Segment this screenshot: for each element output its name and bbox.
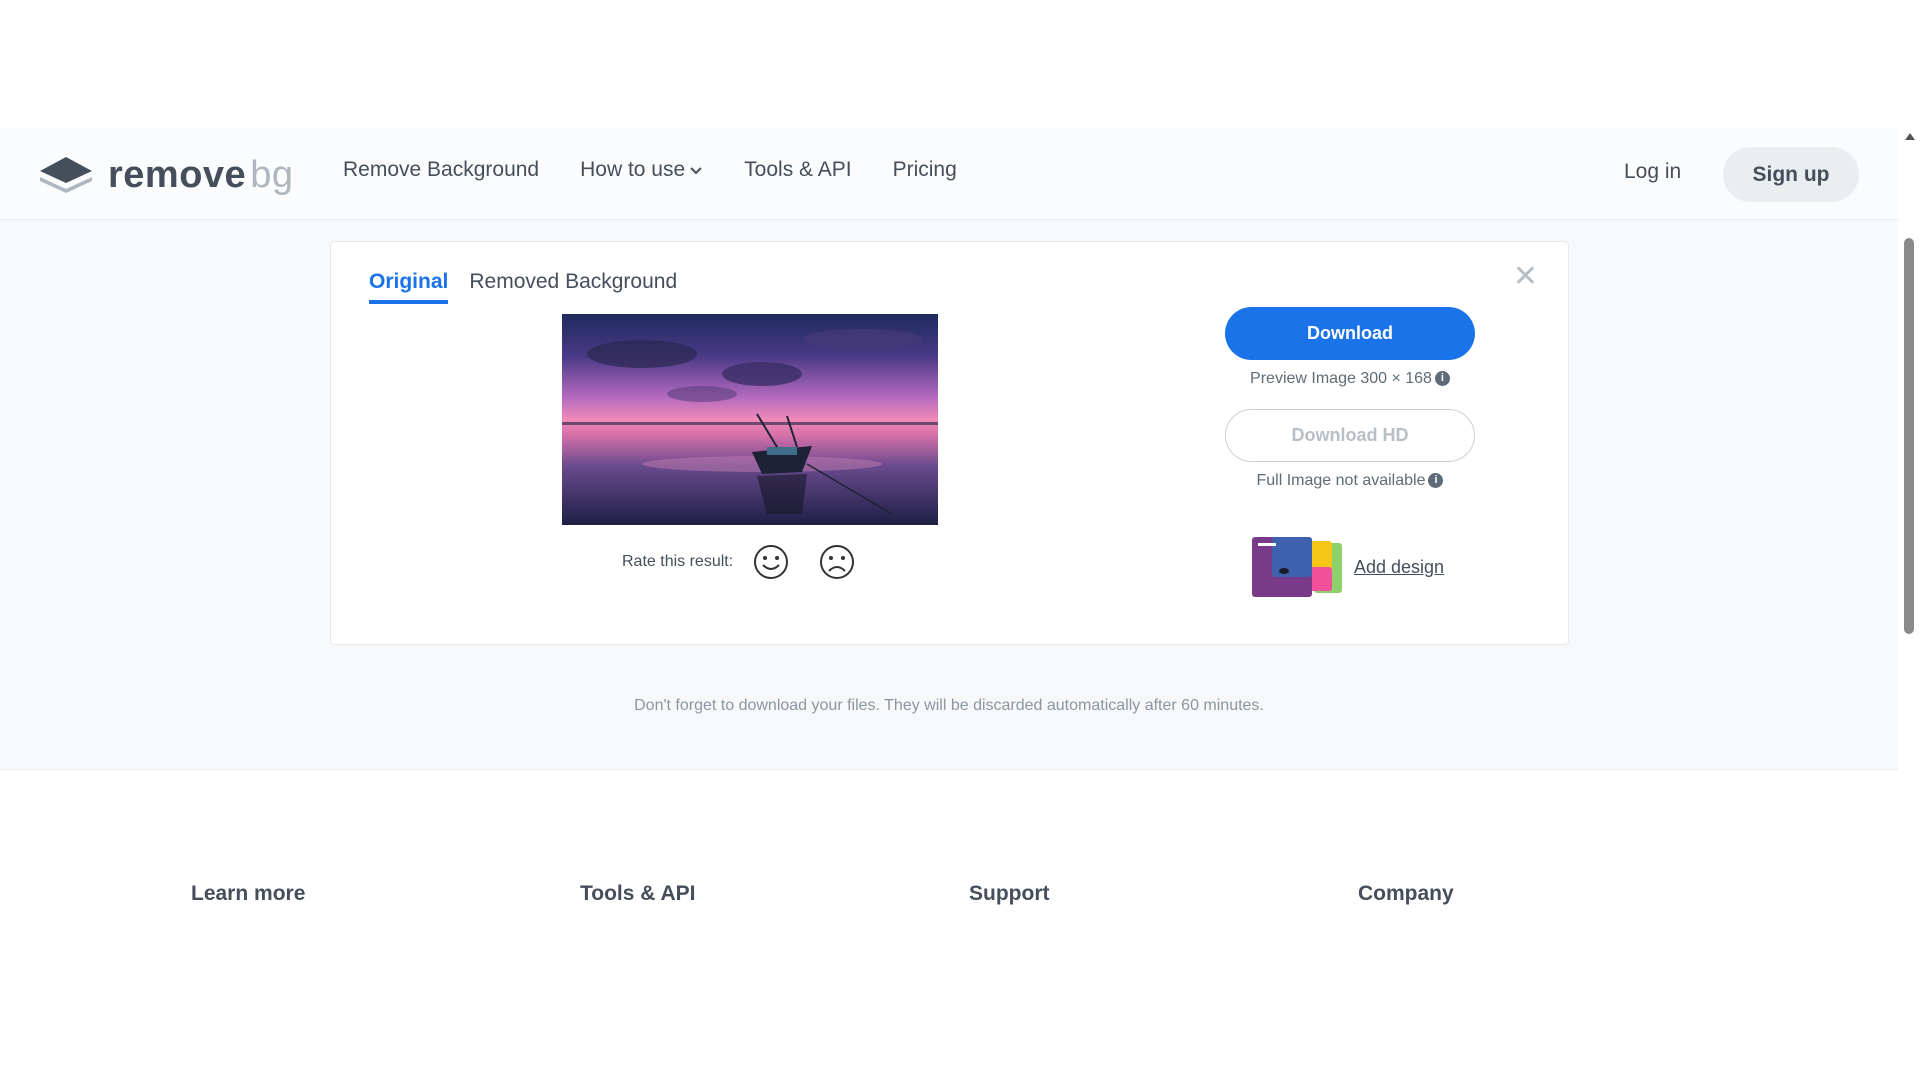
logo-text: remove bg — [108, 153, 294, 196]
footer-tools-api: Tools & API — [580, 882, 696, 905]
nav-how-to-use-label: How to use — [580, 158, 686, 181]
nav-pricing[interactable]: Pricing — [893, 158, 957, 182]
logo-layers-icon — [40, 157, 92, 193]
rating-section: Rate this result: — [622, 544, 885, 580]
preview-info-text: Preview Image 300 × 168 — [1250, 370, 1432, 387]
download-button[interactable]: Download — [1225, 307, 1475, 360]
page: remove bg Remove Background How to use To… — [0, 0, 1920, 1080]
preview-image — [562, 314, 938, 525]
preview-info: Preview Image 300 × 168 i — [1225, 370, 1475, 388]
footer-learn-more: Learn more — [191, 882, 306, 905]
download-hd-button[interactable]: Download HD — [1225, 409, 1475, 462]
chevron-down-icon — [690, 167, 702, 175]
happy-face-icon[interactable] — [753, 544, 789, 580]
add-design-link[interactable]: Add design — [1354, 557, 1444, 578]
footer-support: Support — [969, 882, 1050, 905]
download-reminder: Don't forget to download your files. The… — [634, 697, 1264, 714]
rate-label: Rate this result: — [622, 553, 734, 570]
logo[interactable]: remove bg — [38, 152, 293, 198]
design-thumbnail-icon — [1252, 537, 1342, 597]
top-navigation: remove bg Remove Background How to use To… — [0, 128, 1898, 220]
nav-tools-api[interactable]: Tools & API — [744, 158, 851, 182]
nav-remove-background[interactable]: Remove Background — [343, 158, 539, 182]
scroll-up-arrow-icon[interactable] — [1905, 133, 1915, 140]
info-icon[interactable]: i — [1428, 473, 1444, 489]
sad-face-icon[interactable] — [819, 544, 855, 580]
full-image-info: Full Image not available i — [1225, 472, 1475, 490]
full-image-info-text: Full Image not available — [1256, 472, 1426, 489]
tab-removed-background[interactable]: Removed Background — [469, 270, 677, 304]
sunset-boat-picture — [562, 329, 938, 515]
nav-how-to-use[interactable]: How to use — [580, 158, 703, 182]
tab-original[interactable]: Original — [369, 270, 449, 304]
main-nav: Remove Background How to use Tools & API… — [343, 158, 998, 182]
login-link[interactable]: Log in — [1624, 160, 1681, 184]
footer-company: Company — [1358, 882, 1454, 905]
result-tabs: Original Removed Background — [369, 270, 698, 304]
scrollbar-thumb[interactable] — [1904, 238, 1914, 634]
logo-suffix: bg — [250, 153, 294, 196]
info-icon[interactable]: i — [1434, 371, 1450, 387]
close-icon[interactable]: ✕ — [1513, 262, 1538, 292]
add-design[interactable]: Add design — [1252, 537, 1444, 597]
result-card: Original Removed Background ✕ Rate this — [330, 241, 1569, 645]
signup-button[interactable]: Sign up — [1723, 147, 1859, 202]
